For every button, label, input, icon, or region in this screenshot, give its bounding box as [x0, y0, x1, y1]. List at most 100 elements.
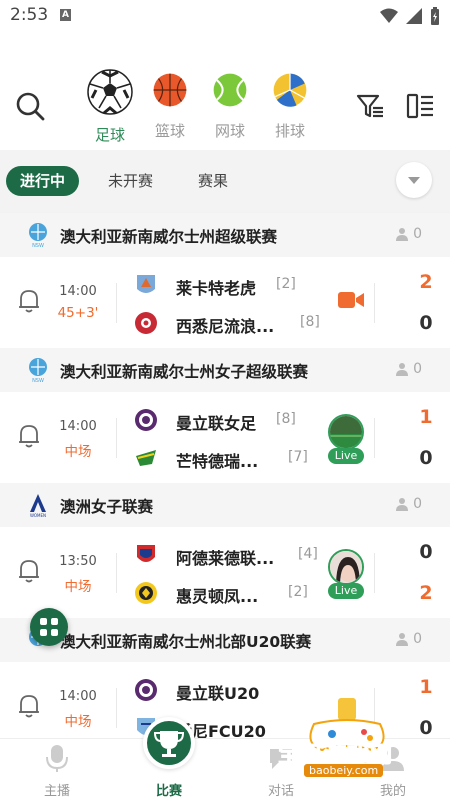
basketball-icon	[153, 73, 187, 107]
live-badge: Live	[328, 583, 364, 599]
viewer-count-value: 0	[413, 361, 422, 377]
watermark-url: baobeiy.com	[304, 764, 384, 777]
team-name: 芒特德瑞...	[176, 452, 259, 471]
bell-icon[interactable]	[17, 288, 41, 314]
team-crest-icon	[137, 545, 155, 562]
live-badge: Live	[328, 448, 364, 464]
tennis-ball-icon	[213, 73, 247, 107]
team-crest-icon	[137, 275, 155, 293]
bell-icon[interactable]	[17, 558, 41, 584]
list-view-icon[interactable]	[406, 92, 434, 120]
divider	[374, 418, 375, 458]
sport-tab-volleyball[interactable]: 排球	[265, 72, 315, 141]
team-name: 惠灵顿凤...	[176, 587, 259, 606]
microphone-icon	[46, 745, 68, 772]
viewer-count: 0	[395, 226, 422, 242]
bell-icon[interactable]	[17, 423, 41, 449]
divider	[374, 283, 375, 323]
search-icon[interactable]	[14, 90, 46, 122]
match-row[interactable]: 13:50 中场 阿德莱德联... [4] 惠灵顿凤... [2] Live 0…	[0, 527, 450, 619]
league-name: 澳大利亚新南威尔士州超级联赛	[60, 228, 278, 246]
team-rank: [4]	[298, 546, 318, 562]
video-camera-icon[interactable]	[338, 289, 364, 311]
match-time: 14:00	[59, 284, 97, 299]
nsw-league-logo-icon: NSW	[29, 223, 47, 248]
sport-label: 篮球	[154, 122, 185, 140]
trophy-button[interactable]	[143, 717, 195, 769]
filter-icon[interactable]	[356, 92, 384, 120]
notification-icon: A	[60, 9, 71, 21]
tab-upcoming[interactable]: 未开赛	[108, 166, 153, 196]
team-name: 阿德莱德联...	[176, 549, 275, 568]
grid-icon	[40, 618, 47, 625]
trophy-icon	[153, 731, 185, 757]
battery-icon	[431, 7, 439, 25]
home-score: 2	[419, 271, 433, 293]
home-score: 1	[419, 406, 433, 428]
home-score: 0	[419, 541, 433, 563]
match-status: 45+3'	[57, 305, 99, 321]
viewer-count-value: 0	[413, 496, 422, 512]
svg-text:WOMEN: WOMEN	[30, 513, 46, 518]
team-crest-icon	[135, 409, 157, 431]
system-icons	[380, 7, 440, 25]
sport-label: 排球	[274, 122, 305, 140]
team-crest-icon	[135, 582, 157, 604]
viewer-count-value: 0	[413, 226, 422, 242]
league-header[interactable]: NSW 澳大利亚新南威尔士州女子超级联赛 0	[0, 348, 450, 392]
nav-item-matches[interactable]: 比赛	[134, 717, 204, 800]
floating-menu-button[interactable]	[30, 608, 68, 646]
match-row[interactable]: 14:00 45+3' 莱卡特老虎 [2] 西悉尼流浪... [8] 2 0	[0, 257, 450, 349]
volleyball-icon	[273, 73, 307, 107]
grid-icon	[40, 629, 47, 636]
sport-label: 网球	[214, 122, 245, 140]
divider	[116, 418, 117, 458]
sport-tab-soccer[interactable]: 足球	[85, 68, 135, 145]
league-name: 澳大利亚新南威尔士州女子超级联赛	[60, 363, 309, 381]
match-status: 中场	[64, 579, 92, 595]
league-header[interactable]: NSW 澳大利亚新南威尔士州超级联赛 0	[0, 213, 450, 257]
match-row[interactable]: 14:00 中场 曼立联女足 [8] 芒特德瑞... [7] Live 1 0	[0, 392, 450, 484]
status-bar: 2:53 A	[0, 0, 450, 32]
match-time: 14:00	[59, 689, 97, 704]
league-header[interactable]: WOMEN 澳洲女子联赛 0	[0, 483, 450, 527]
bell-icon[interactable]	[17, 693, 41, 719]
person-icon	[396, 363, 409, 376]
team-rank: [8]	[276, 411, 296, 427]
team-name: 曼立联女足	[176, 414, 257, 433]
team-crest-icon	[136, 450, 156, 466]
divider	[116, 688, 117, 728]
match-status: 中场	[64, 444, 92, 460]
svg-text:NSW: NSW	[32, 243, 44, 248]
divider	[116, 283, 117, 323]
tab-live[interactable]: 进行中	[6, 166, 80, 196]
status-filter-tabs: 进行中 未开赛 赛果	[0, 150, 450, 212]
viewer-count: 0	[395, 496, 422, 512]
match-status: 中场	[64, 714, 92, 730]
sport-tab-basketball[interactable]: 篮球	[145, 72, 195, 141]
team-crest-icon	[135, 312, 157, 334]
team-crest-icon	[135, 679, 157, 701]
viewer-count: 0	[395, 361, 422, 377]
league-name: 澳洲女子联赛	[60, 498, 154, 516]
viewer-count: 0	[395, 631, 422, 647]
signal-icon	[406, 8, 422, 24]
match-time: 14:00	[59, 419, 97, 434]
person-icon	[396, 498, 409, 511]
nav-label: 比赛	[155, 784, 182, 799]
soccer-ball-icon	[87, 69, 133, 115]
league-name: 澳大利亚新南威尔士州北部U20联赛	[60, 633, 312, 651]
sport-tab-tennis[interactable]: 网球	[205, 72, 255, 141]
a-league-logo-icon: WOMEN	[30, 494, 46, 518]
streamer-avatar[interactable]	[328, 549, 364, 585]
divider	[116, 553, 117, 593]
sport-label: 足球	[94, 126, 125, 144]
team-name: 莱卡特老虎	[176, 279, 257, 298]
tab-results[interactable]: 赛果	[198, 166, 228, 196]
away-score: 0	[419, 447, 433, 469]
expand-dropdown-button[interactable]	[396, 162, 432, 198]
away-score: 0	[419, 312, 433, 334]
streamer-avatar[interactable]	[328, 414, 364, 450]
nav-item-anchors[interactable]: 主播	[22, 739, 92, 800]
nsw-league-logo-icon: NSW	[29, 358, 47, 383]
